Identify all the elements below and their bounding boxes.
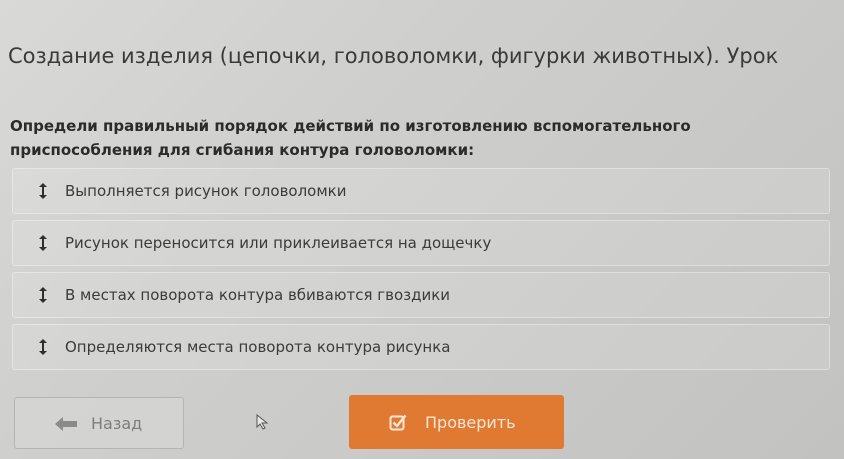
back-button[interactable]: Назад [14,397,184,449]
arrow-left-icon [55,416,77,431]
drag-handle-icon[interactable] [37,286,49,304]
drag-handle-icon[interactable] [37,234,49,252]
list-item[interactable]: Определяются места поворота контура рису… [12,324,830,370]
list-item[interactable]: Рисунок переносится или приклеивается на… [12,220,830,266]
ordering-list: Выполняется рисунок головоломки Рисунок … [12,168,830,376]
check-button[interactable]: Проверить [349,395,564,449]
list-item-label: Выполняется рисунок головоломки [65,182,347,200]
mouse-cursor-icon [256,413,270,430]
check-button-label: Проверить [425,412,516,432]
list-item[interactable]: Выполняется рисунок головоломки [12,168,830,214]
drag-handle-icon[interactable] [37,182,49,200]
drag-handle-icon[interactable] [37,338,49,356]
checkbox-icon [389,413,407,431]
list-item-label: Рисунок переносится или приклеивается на… [65,234,492,252]
list-item-label: В местах поворота контура вбиваются гвоз… [65,286,451,304]
back-button-label: Назад [91,413,143,433]
list-item[interactable]: В местах поворота контура вбиваются гвоз… [12,272,830,318]
lesson-title: Создание изделия (цепочки, головоломки, … [8,44,779,68]
list-item-label: Определяются места поворота контура рису… [65,338,451,356]
question-text: Определи правильный порядок действий по … [10,117,691,159]
